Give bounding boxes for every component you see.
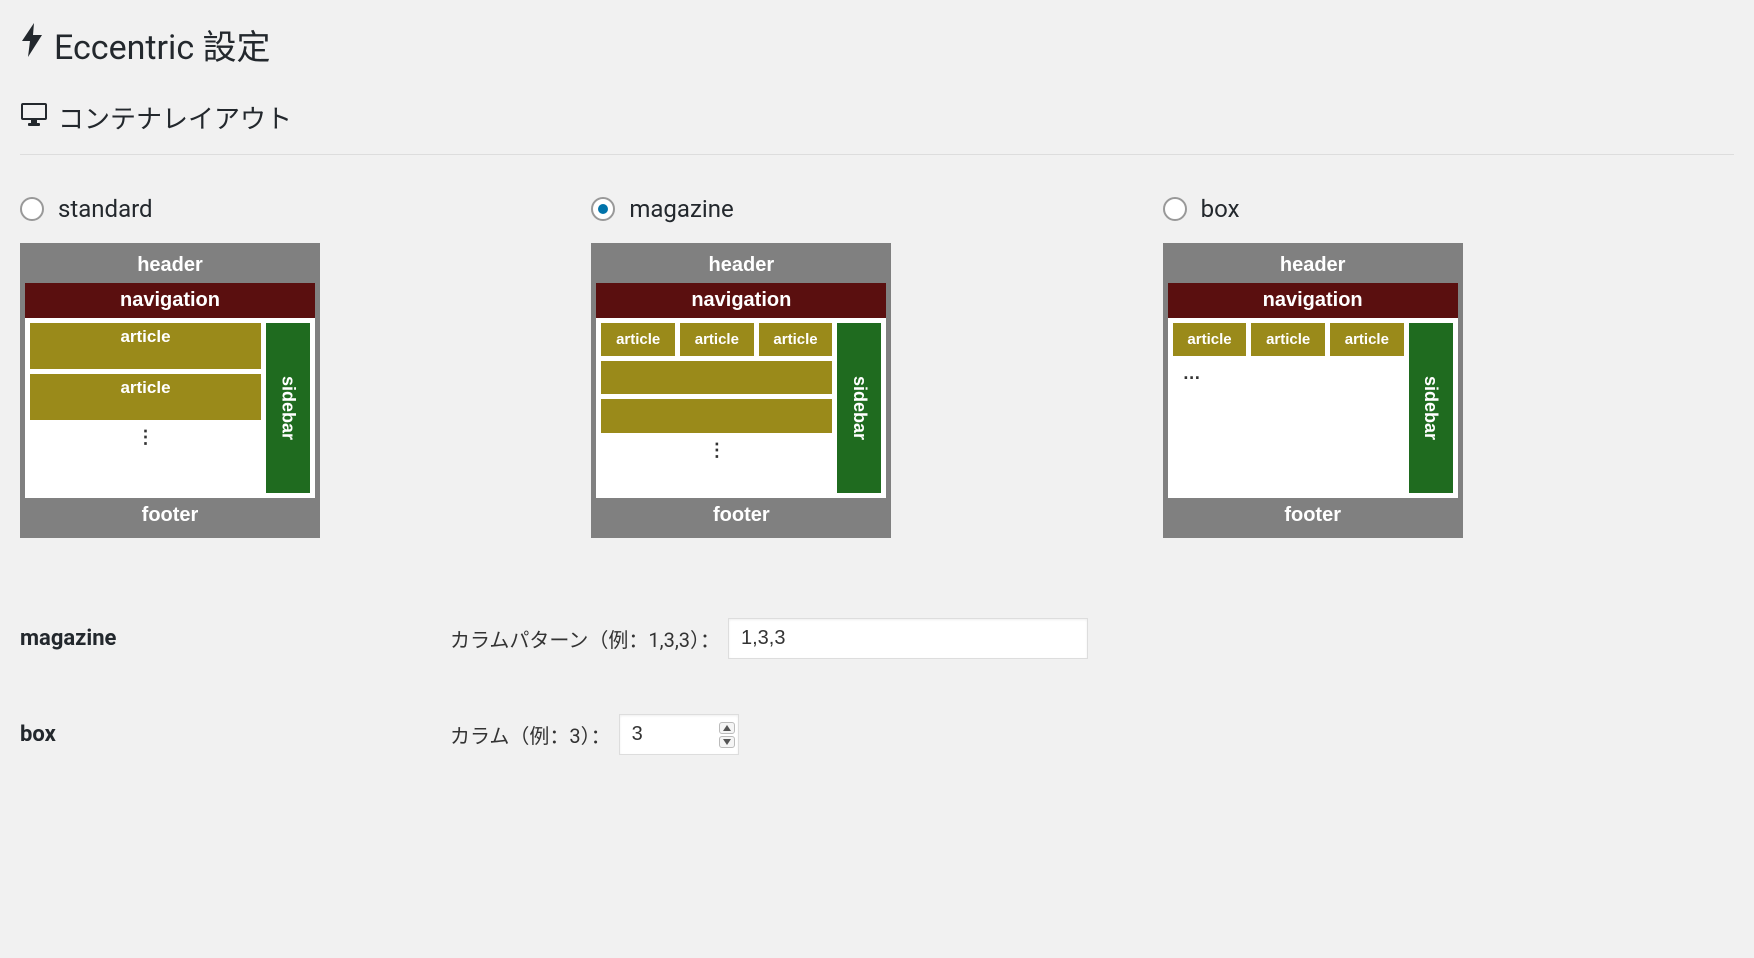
magazine-pattern-input[interactable] [728,618,1088,659]
thumb-article: article [1251,323,1325,356]
thumb-article: article [601,323,675,356]
thumb-sidebar: sidebar [837,323,881,493]
box-field-row: box カラム（例：3）： [20,714,1734,755]
stepper-up-icon[interactable] [719,722,735,734]
option-box: box header navigation article article ar… [1163,195,1734,538]
section-title-text: コンテナレイアウト [58,99,292,136]
thumb-article: . [601,399,832,432]
thumb-article: article [1330,323,1404,356]
layout-options: standard header navigation article artic… [20,195,1734,538]
page-title: Eccentric 設定 [20,20,1734,69]
section-title: コンテナレイアウト [20,99,1734,155]
thumb-header: header [596,248,886,283]
lightning-icon [20,23,44,66]
thumb-article: article [1173,323,1247,356]
magazine-row-label: magazine [20,626,450,651]
thumb-box: header navigation article article articl… [1163,243,1463,538]
thumb-header: header [1168,248,1458,283]
thumb-magazine: header navigation article article articl… [591,243,891,538]
box-row-label: box [20,722,450,747]
option-label-box: box [1201,195,1240,223]
thumb-footer: footer [596,498,886,533]
magazine-field-row: magazine カラムパターン（例：1,3,3）： [20,618,1734,659]
ellipsis-icon [601,438,832,463]
thumb-article: article [30,374,261,420]
ellipsis-icon [30,425,261,450]
radio-box[interactable] [1163,197,1187,221]
stepper-down-icon[interactable] [719,736,735,748]
thumb-article: . [601,361,832,394]
page-title-text: Eccentric 設定 [54,20,271,69]
option-label-magazine: magazine [629,195,733,223]
magazine-field-label: カラムパターン（例：1,3,3）： [450,624,720,653]
thumb-standard: header navigation article article sideba… [20,243,320,538]
thumb-header: header [25,248,315,283]
monitor-icon [20,102,48,133]
ellipsis-icon [1173,361,1404,386]
thumb-navigation: navigation [25,283,315,318]
thumb-navigation: navigation [596,283,886,318]
option-standard: standard header navigation article artic… [20,195,591,538]
option-label-standard: standard [58,195,153,223]
radio-magazine[interactable] [591,197,615,221]
radio-standard[interactable] [20,197,44,221]
thumb-article: article [30,323,261,369]
thumb-navigation: navigation [1168,283,1458,318]
thumb-article: article [680,323,754,356]
thumb-footer: footer [1168,498,1458,533]
option-magazine: magazine header navigation article artic… [591,195,1162,538]
box-field-label: カラム（例：3）： [450,720,611,749]
thumb-sidebar: sidebar [266,323,310,493]
thumb-sidebar: sidebar [1409,323,1453,493]
thumb-footer: footer [25,498,315,533]
thumb-article: article [759,323,833,356]
